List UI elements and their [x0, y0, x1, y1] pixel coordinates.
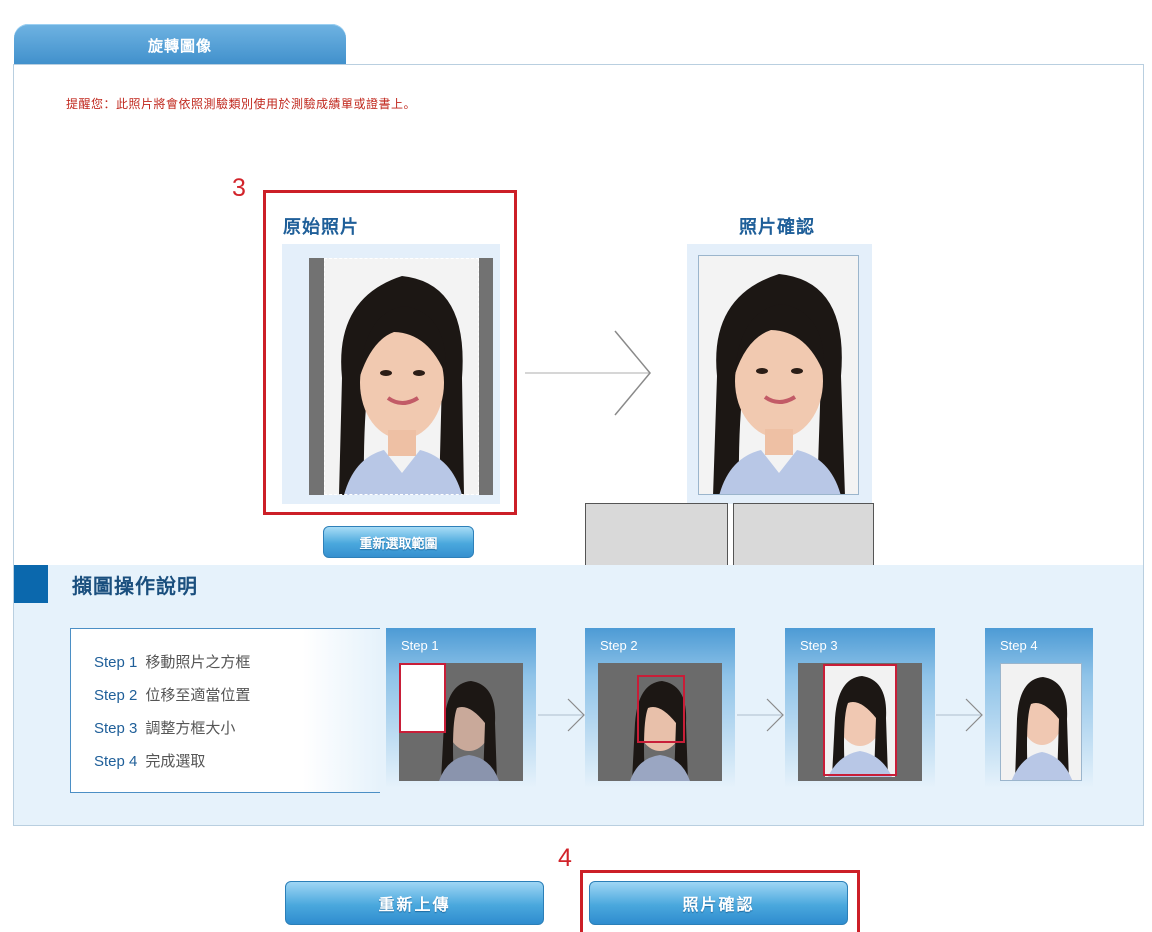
original-photo-panel: [282, 244, 500, 504]
step-label: Step 2: [94, 687, 138, 704]
arrow-right-icon: [936, 698, 983, 732]
step-frame-3: Step 3: [785, 628, 935, 788]
original-photo: [309, 258, 493, 495]
instructions-title: 擷圖操作說明: [72, 574, 198, 598]
step-text: 移動照片之方框: [145, 654, 251, 671]
confirm-photo: [698, 255, 859, 495]
annotation-marker-3: 3: [232, 174, 246, 202]
arrow-right-icon: [538, 698, 585, 732]
step-item: Step 2 位移至適當位置: [94, 684, 250, 705]
step-label: Step 1: [94, 654, 138, 671]
step-frame-label: Step 4: [1000, 638, 1038, 653]
step-text: 完成選取: [145, 753, 206, 770]
steps-list: Step 1 移動照片之方框 Step 2 位移至適當位置 Step 3 調整方框大小…: [70, 628, 380, 793]
step-frame-4: Step 4: [985, 628, 1093, 788]
step-label: Step 3: [94, 720, 138, 737]
step-label: Step 4: [94, 753, 138, 770]
step-text: 位移至適當位置: [145, 687, 251, 704]
step-item: Step 4 完成選取: [94, 750, 205, 771]
step-item: Step 3 調整方框大小: [94, 717, 235, 738]
step-frame-1: Step 1: [386, 628, 536, 788]
rotate-right-slot[interactable]: [733, 503, 874, 567]
confirm-photo-panel: [687, 244, 872, 504]
reupload-button[interactable]: 重新上傳: [285, 881, 544, 925]
arrow-right-icon: [525, 330, 651, 416]
rotate-left-slot[interactable]: [585, 503, 728, 567]
crop-selection-frame[interactable]: [324, 258, 479, 495]
step-photo: [1000, 663, 1082, 781]
tab-label: 旋轉圖像: [147, 36, 212, 55]
arrow-right-icon: [737, 698, 784, 732]
step-frame-2: Step 2: [585, 628, 735, 788]
notice-text: 提醒您：此照片將會依照測驗類別使用於測驗成績單或證書上。: [66, 97, 417, 111]
confirm-photo-button[interactable]: 照片確認: [589, 881, 848, 925]
confirm-photo-title: 照片確認: [739, 217, 815, 238]
step-frame-label: Step 2: [600, 638, 638, 653]
step-selection-box: [637, 675, 685, 743]
step-item: Step 1 移動照片之方框: [94, 651, 250, 672]
reselect-range-button[interactable]: 重新選取範圍: [323, 526, 474, 558]
original-photo-title: 原始照片: [283, 217, 359, 238]
instructions-accent-bar: [14, 565, 48, 603]
step-text: 調整方框大小: [145, 720, 236, 737]
step-selection-box: [399, 663, 446, 733]
step-selection-box: [823, 664, 897, 776]
annotation-marker-4: 4: [558, 844, 572, 872]
step-frame-label: Step 1: [401, 638, 439, 653]
step-frame-label: Step 3: [800, 638, 838, 653]
tab-rotate-image[interactable]: 旋轉圖像: [14, 24, 346, 66]
